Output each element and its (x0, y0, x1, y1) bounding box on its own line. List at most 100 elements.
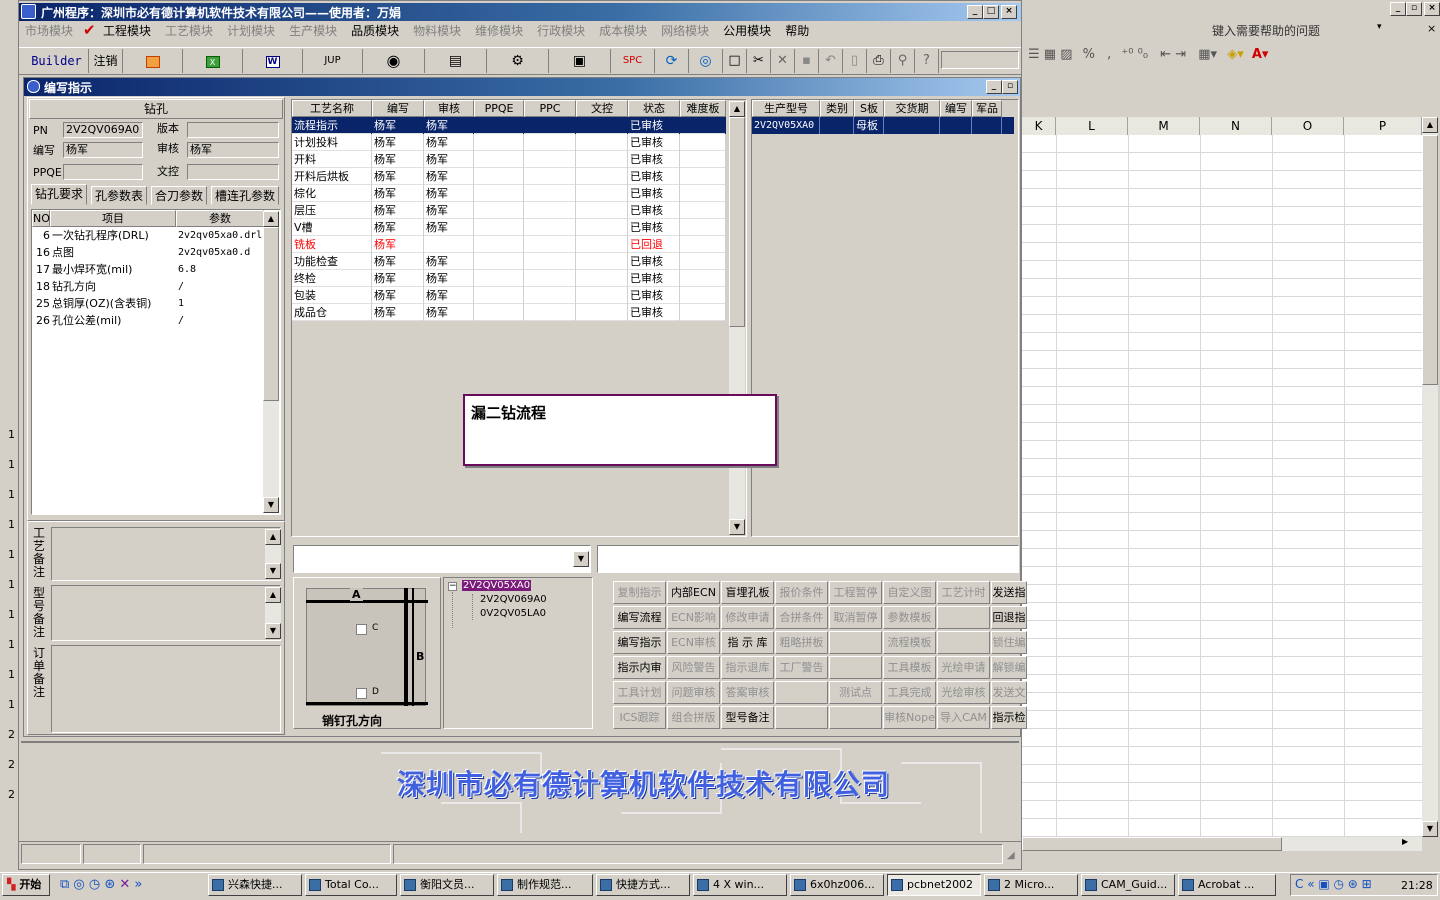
process-row[interactable]: 包装 杨军 杨军 已审核 (292, 287, 726, 304)
action-button-0-4[interactable]: 工程暂停 (829, 581, 882, 604)
sheet-row[interactable] (1022, 189, 1422, 207)
process-column-3[interactable]: PPQE (474, 100, 524, 117)
filter-combo[interactable]: ▼ (293, 545, 591, 573)
border-icon[interactable]: ▦▾ (1198, 47, 1217, 62)
word-icon[interactable]: W (243, 49, 303, 73)
sheet-row[interactable] (1022, 405, 1422, 423)
taskbar-item-2[interactable]: 衡阳文员... (400, 874, 494, 896)
action-button-1-0[interactable]: 编写流程 (613, 606, 666, 629)
column-header-k[interactable]: K (1022, 117, 1056, 135)
spc-button[interactable]: SPC (611, 49, 655, 73)
save-icon[interactable]: ▪ (795, 49, 819, 73)
drill-row[interactable]: 17 最小焊环宽(mil) 6.8 (32, 261, 262, 278)
action-button-4-5[interactable]: 工具完成 (883, 681, 936, 704)
eye-icon[interactable]: ◉ (363, 49, 425, 73)
action-button-3-2[interactable]: 指示退库 (721, 656, 774, 679)
logout-button[interactable]: 注销 (89, 49, 123, 73)
child-restore-button[interactable]: ▫ (1002, 80, 1018, 94)
excel-icon[interactable]: X (183, 49, 243, 73)
notes-input[interactable] (597, 545, 1019, 573)
decimal-icon[interactable]: ⁺⁰ ⁰₀ (1121, 47, 1148, 62)
taskbar-item-3[interactable]: 制作规范... (497, 874, 593, 896)
column-header-o[interactable]: O (1272, 117, 1344, 135)
taskbar-item-9[interactable]: CAM_Guid... (1081, 874, 1175, 896)
model-notes-field[interactable] (51, 585, 281, 641)
toolbar-input[interactable] (941, 51, 1019, 69)
action-button-5-0[interactable]: ICS跟踪 (613, 706, 666, 729)
menu-item-9[interactable]: 成本模块 (599, 22, 647, 39)
process-column-1[interactable]: 编写 (372, 100, 424, 117)
sheet-row[interactable] (1022, 819, 1422, 837)
font-color-icon[interactable]: A▾ (1252, 47, 1269, 62)
action-button-1-7[interactable]: 回退指 (991, 606, 1027, 629)
menu-item-11[interactable]: 公用模块 (723, 22, 771, 39)
percent-icon[interactable]: % (1083, 47, 1095, 62)
process-column-5[interactable]: 文控 (576, 100, 628, 117)
chevron-down-icon[interactable]: ▼ (573, 551, 589, 567)
sheet-row[interactable] (1022, 315, 1422, 333)
sheet-row[interactable] (1022, 423, 1422, 441)
find-icon[interactable]: ⚲ (891, 49, 915, 73)
menu-item-7[interactable]: 维修模块 (475, 22, 523, 39)
sheet-row[interactable] (1022, 441, 1422, 459)
undo-icon[interactable]: ↶ (819, 49, 843, 73)
sheet-row[interactable] (1022, 495, 1422, 513)
start-button[interactable]: ▚ 开始 (2, 874, 50, 896)
align-icon[interactable]: ☰ ▦ ▨ (1028, 47, 1072, 62)
process-row[interactable]: 终检 杨军 杨军 已审核 (292, 270, 726, 287)
action-button-4-3[interactable] (775, 681, 828, 704)
doc-control-field[interactable] (187, 164, 279, 180)
process-column-2[interactable]: 审核 (424, 100, 474, 117)
taskbar-item-6[interactable]: 6x0hz006... (790, 874, 884, 896)
sheet-row[interactable] (1022, 801, 1422, 819)
action-button-0-2[interactable]: 盲埋孔板 (721, 581, 774, 604)
action-button-1-5[interactable]: 参数模板 (883, 606, 936, 629)
menu-item-2[interactable]: 工艺模块 (165, 22, 213, 39)
drill-row[interactable]: 26 孔位公差(mil) / (32, 312, 262, 329)
sheet-row[interactable] (1022, 783, 1422, 801)
sheet-row[interactable] (1022, 693, 1422, 711)
checkbox-d[interactable] (356, 688, 367, 699)
column-header-p[interactable]: P (1344, 117, 1422, 135)
sheet-row[interactable] (1022, 603, 1422, 621)
sheet-row[interactable] (1022, 585, 1422, 603)
tab-combined-tool-parameters[interactable]: 合刀参数 (151, 186, 208, 205)
craft-notes-scrollbar[interactable]: ▲ ▼ (265, 529, 281, 579)
excel-dropdown-icon[interactable]: ▾ (1377, 22, 1382, 32)
menu-item-4[interactable]: 生产模块 (289, 22, 337, 39)
action-button-4-2[interactable]: 答案审核 (721, 681, 774, 704)
sheet-row[interactable] (1022, 675, 1422, 693)
model-column-0[interactable]: 生产型号 (752, 100, 820, 117)
taskbar-item-4[interactable]: 快捷方式... (596, 874, 690, 896)
action-button-4-6[interactable]: 光绘审核 (937, 681, 990, 704)
globe-icon[interactable]: ◎ (689, 49, 723, 73)
action-button-3-0[interactable]: 指示内审 (613, 656, 666, 679)
taskbar-item-8[interactable]: 2 Micro... (984, 874, 1078, 896)
tree-child-1[interactable]: 2V2QV069A0 (480, 594, 547, 605)
menu-item-0[interactable]: 市场模块 (25, 22, 73, 39)
sheet-row[interactable] (1022, 387, 1422, 405)
tree-root[interactable]: 2V2QV05XA0 (462, 580, 532, 591)
action-button-1-4[interactable]: 取消暂停 (829, 606, 882, 629)
sheet-row[interactable] (1022, 531, 1422, 549)
process-column-4[interactable]: PPC (524, 100, 576, 117)
column-item[interactable]: 项目 (50, 210, 176, 227)
action-button-2-5[interactable]: 流程模板 (883, 631, 936, 654)
drill-row[interactable]: 6 一次钻孔程序(DRL) 2v2qv05xa0.drl (32, 227, 262, 244)
model-row[interactable]: 2V2QV05XA0 母板 (752, 117, 1014, 134)
help-icon[interactable]: ? (915, 49, 939, 73)
drill-row[interactable]: 25 总铜厚(OZ)(含表铜) 1 (32, 295, 262, 312)
taskbar-item-7[interactable]: pcbnet2002 (887, 874, 981, 896)
process-column-6[interactable]: 状态 (628, 100, 680, 117)
sheet-row[interactable] (1022, 621, 1422, 639)
process-row[interactable]: 开料 杨军 杨军 已审核 (292, 151, 726, 168)
clock[interactable]: 21:28 (1401, 879, 1433, 892)
sheet-row[interactable] (1022, 207, 1422, 225)
sheet-row[interactable] (1022, 459, 1422, 477)
action-button-1-6[interactable] (937, 606, 990, 629)
sheet-row[interactable] (1022, 225, 1422, 243)
column-header-l[interactable]: L (1056, 117, 1128, 135)
process-row[interactable]: 功能检查 杨军 杨军 已审核 (292, 253, 726, 270)
excel-close-button[interactable]: × (1424, 2, 1440, 16)
process-row[interactable]: 棕化 杨军 杨军 已审核 (292, 185, 726, 202)
